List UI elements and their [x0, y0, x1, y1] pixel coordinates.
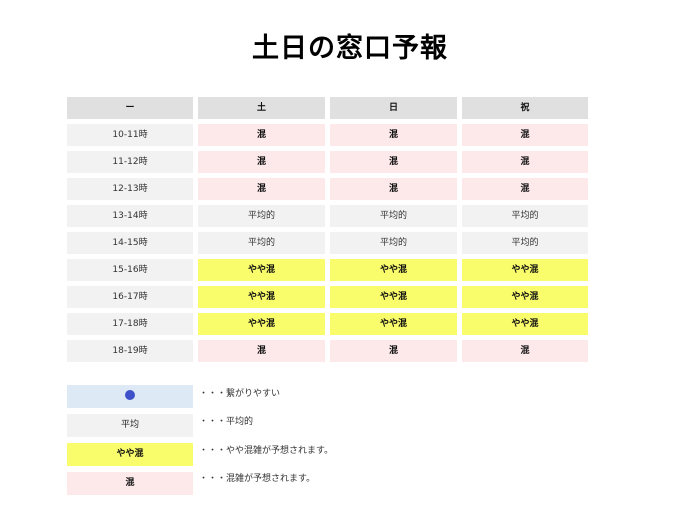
legend-swatch-slightly-crowded: やや混	[67, 443, 193, 466]
forecast-cell-holiday: やや混	[462, 313, 588, 335]
forecast-cell-holiday: 平均的	[462, 205, 588, 227]
page-title: 土日の窓口予報	[252, 33, 448, 64]
legend-description-crowded: ・・・混雑が予想されます。	[199, 474, 316, 484]
forecast-cell-saturday: 混	[198, 151, 325, 173]
forecast-cell-saturday: 平均的	[198, 232, 325, 254]
blue-dot-icon	[125, 389, 135, 400]
forecast-cell-holiday: やや混	[462, 259, 588, 281]
forecast-table: ー 土 日 祝 10-11時 混 混 混 11-12時 混 混 混 12-13時…	[67, 97, 588, 362]
forecast-cell-saturday: 混	[198, 124, 325, 146]
time-slot: 14-15時	[67, 232, 193, 254]
forecast-cell-sunday: 混	[330, 340, 457, 362]
forecast-cell-sunday: 平均的	[330, 232, 457, 254]
legend-description-easy: ・・・繋がりやすい	[199, 389, 281, 399]
legend-description-average: ・・・平均的	[199, 417, 254, 427]
forecast-cell-sunday: 平均的	[330, 205, 457, 227]
forecast-cell-saturday: やや混	[198, 259, 325, 281]
legend-description-slightly-crowded: ・・・やや混雑が予想されます。	[199, 446, 334, 456]
forecast-cell-holiday: やや混	[462, 286, 588, 308]
forecast-cell-sunday: 混	[330, 151, 457, 173]
header-holiday: 祝	[462, 97, 588, 119]
time-slot: 12-13時	[67, 178, 193, 200]
header-time: ー	[67, 97, 193, 119]
forecast-cell-sunday: 混	[330, 178, 457, 200]
time-slot: 11-12時	[67, 151, 193, 173]
time-slot: 13-14時	[67, 205, 193, 227]
forecast-cell-holiday: 混	[462, 178, 588, 200]
legend-swatch-crowded: 混	[67, 472, 193, 495]
header-sunday: 日	[330, 97, 457, 119]
forecast-cell-holiday: 平均的	[462, 232, 588, 254]
forecast-cell-saturday: やや混	[198, 313, 325, 335]
legend-swatch-easy	[67, 385, 193, 408]
legend-swatch-average: 平均	[67, 414, 193, 437]
forecast-cell-holiday: 混	[462, 151, 588, 173]
time-slot: 10-11時	[67, 124, 193, 146]
forecast-cell-saturday: 平均的	[198, 205, 325, 227]
forecast-cell-sunday: 混	[330, 124, 457, 146]
forecast-cell-sunday: やや混	[330, 313, 457, 335]
forecast-cell-saturday: 混	[198, 340, 325, 362]
time-slot: 16-17時	[67, 286, 193, 308]
forecast-cell-holiday: 混	[462, 340, 588, 362]
time-slot: 18-19時	[67, 340, 193, 362]
forecast-cell-sunday: やや混	[330, 286, 457, 308]
time-slot: 17-18時	[67, 313, 193, 335]
header-saturday: 土	[198, 97, 325, 119]
forecast-cell-holiday: 混	[462, 124, 588, 146]
forecast-cell-sunday: やや混	[330, 259, 457, 281]
forecast-cell-saturday: やや混	[198, 286, 325, 308]
time-slot: 15-16時	[67, 259, 193, 281]
forecast-cell-saturday: 混	[198, 178, 325, 200]
